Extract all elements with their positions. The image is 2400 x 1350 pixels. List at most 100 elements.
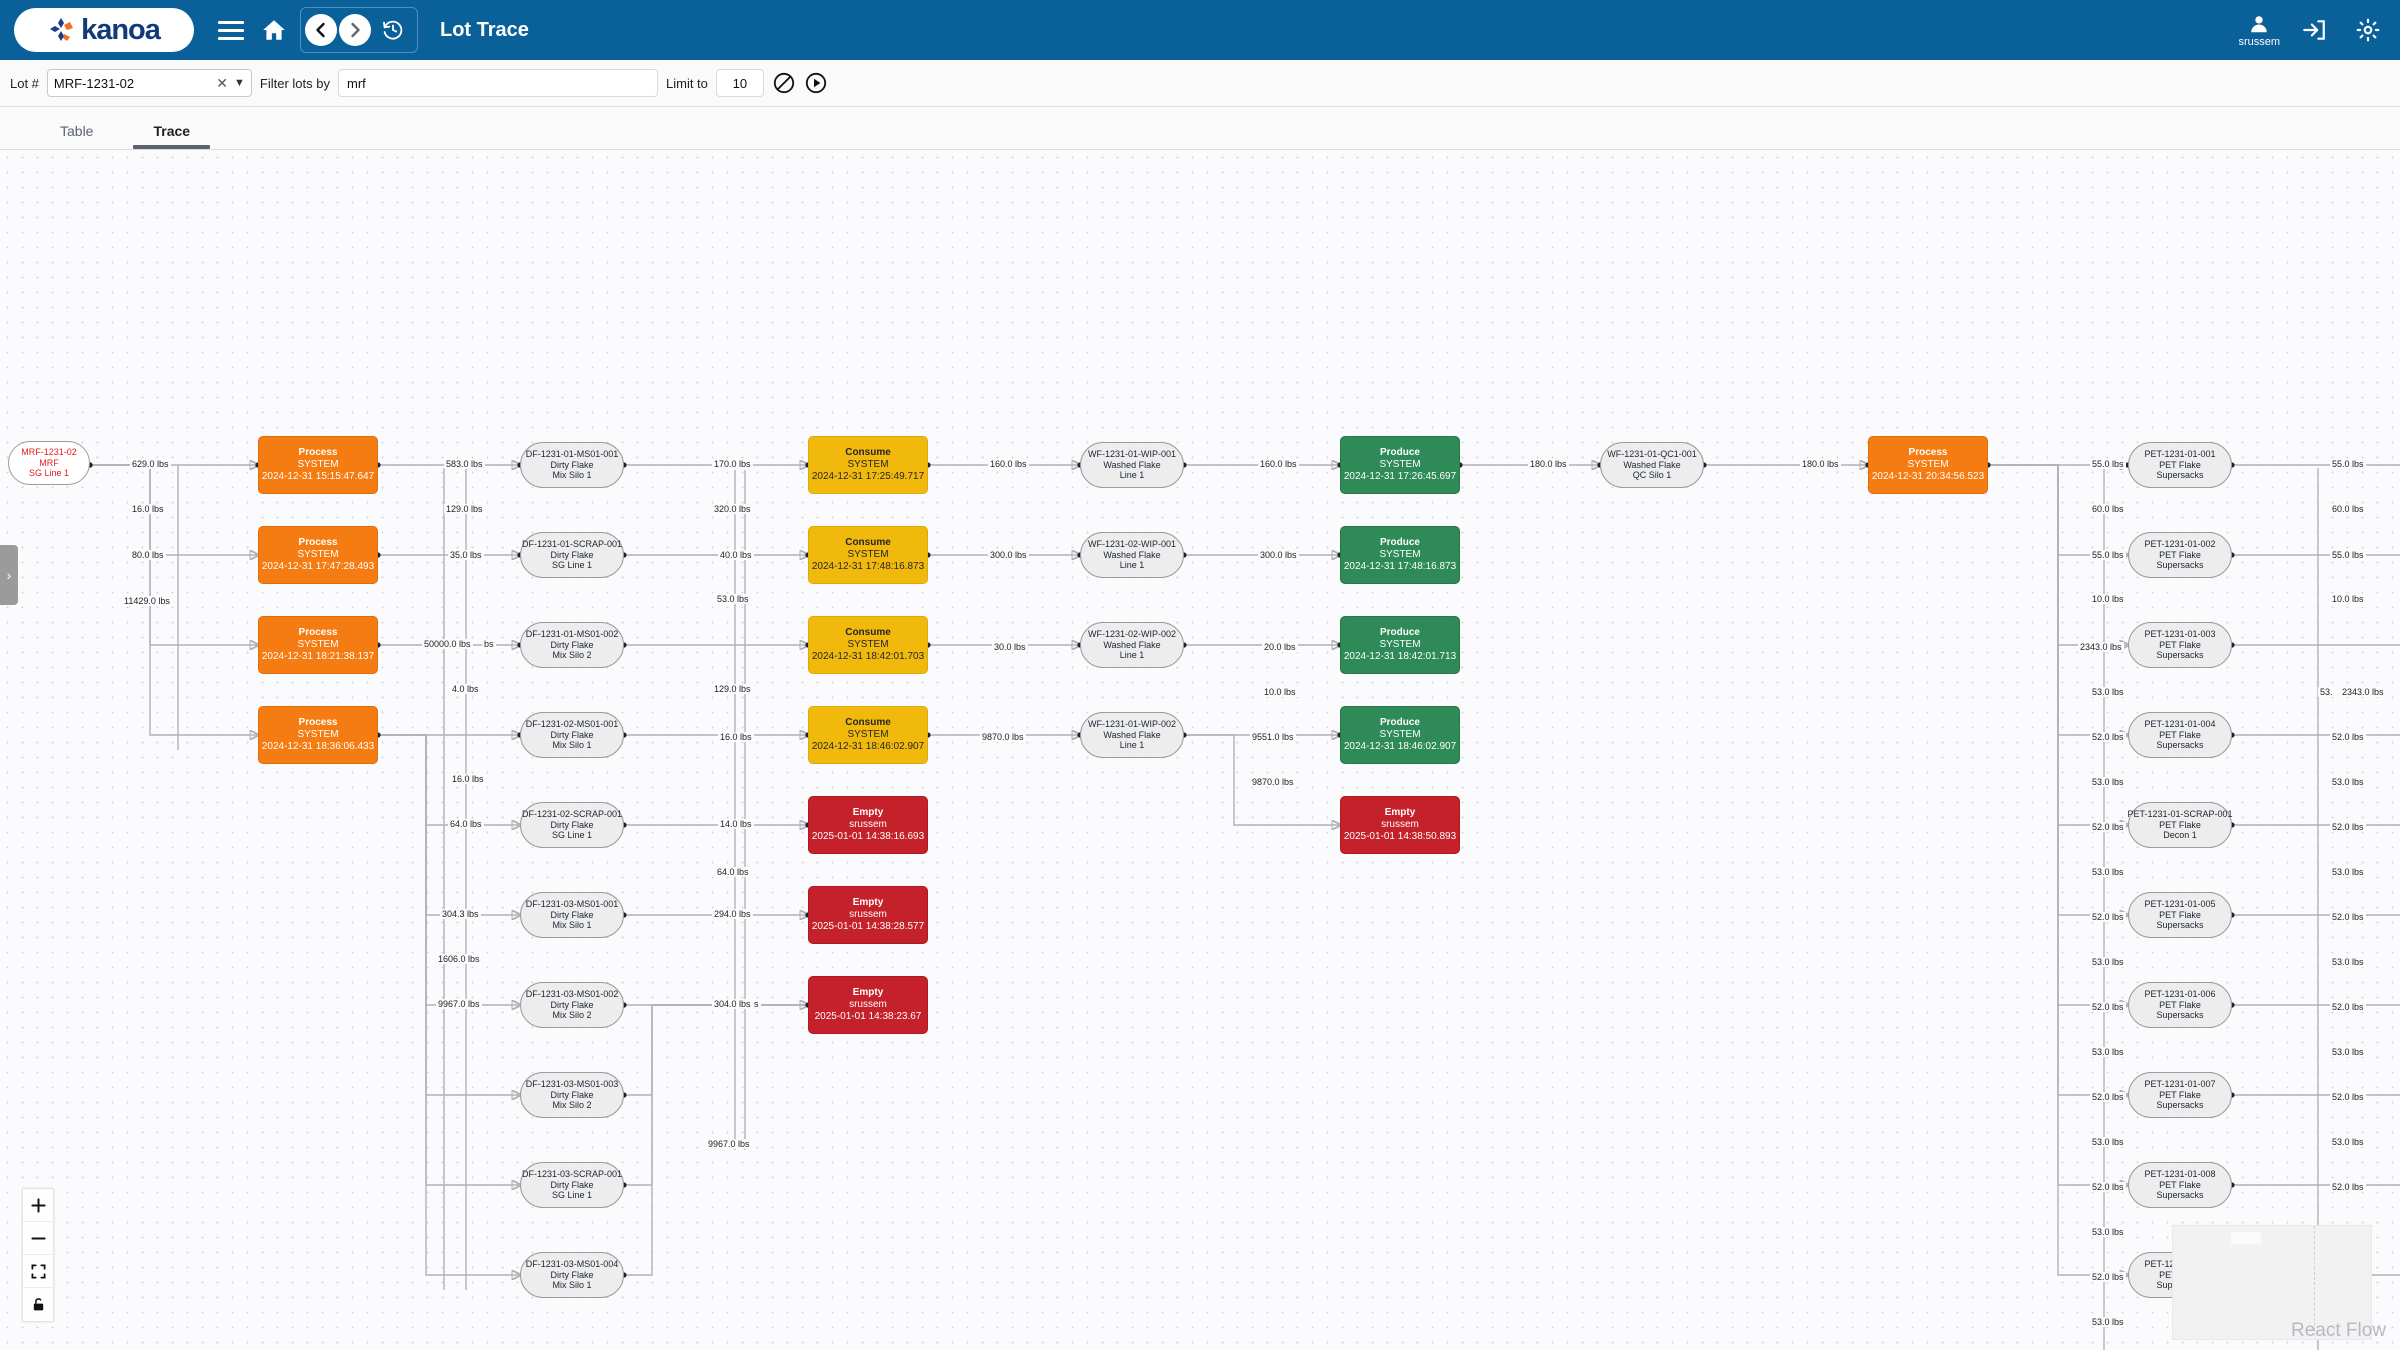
node-material-df-3-line-3: Mix Silo 2 [552,650,591,661]
node-empty-left-2-line-3: 2025-01-01 14:38:28.577 [812,921,924,933]
filter-lots-input[interactable] [338,69,658,97]
node-material-df-10[interactable]: DF-1231-03-MS01-004Dirty FlakeMix Silo 1 [520,1252,624,1298]
node-produce-4[interactable]: ProduceSYSTEM2024-12-31 18:46:02.907 [1340,706,1460,764]
node-material-pet-1-line-3: Supersacks [2156,470,2203,481]
logout-icon[interactable] [2294,10,2334,50]
edge-label: 53.0 lbs [2090,957,2126,967]
node-empty-mid[interactable]: Emptysrussem2025-01-01 14:38:50.893 [1340,796,1460,854]
node-material-pet-7[interactable]: PET-1231-01-006PET FlakeSupersacks [2128,982,2232,1028]
trace-flow-canvas[interactable]: MRF-1231-02MRFSG Line 1ProcessSYSTEM2024… [0,150,2400,1350]
edge-label: 304.0 lbs [712,999,753,1009]
user-menu[interactable]: srussem [2238,13,2280,48]
no-entry-icon[interactable] [772,71,796,95]
node-material-df-7[interactable]: DF-1231-03-MS01-002Dirty FlakeMix Silo 2 [520,982,624,1028]
node-process-2-line-1: Process [299,537,338,549]
node-produce-1-line-2: SYSTEM [1379,459,1420,471]
node-consume-1-line-1: Consume [845,447,891,459]
tab-table[interactable]: Table [30,123,123,149]
node-material-df-4[interactable]: DF-1231-02-MS01-001Dirty FlakeMix Silo 1 [520,712,624,758]
node-material-df-9[interactable]: DF-1231-03-SCRAP-001Dirty FlakeSG Line 1 [520,1162,624,1208]
node-empty-left-1[interactable]: Emptysrussem2025-01-01 14:38:16.693 [808,796,928,854]
home-icon[interactable] [254,10,294,50]
node-material-qc-line-1: WF-1231-01-QC1-001 [1607,449,1697,460]
node-material-pet-5[interactable]: PET-1231-01-SCRAP-001PET FlakeDecon 1 [2128,802,2232,848]
node-process-right[interactable]: ProcessSYSTEM2024-12-31 20:34:56.523 [1868,436,1988,494]
node-consume-1[interactable]: ConsumeSYSTEM2024-12-31 17:25:49.717 [808,436,928,494]
node-material-pet-9[interactable]: PET-1231-01-008PET FlakeSupersacks [2128,1162,2232,1208]
node-material-qc[interactable]: WF-1231-01-QC1-001Washed FlakeQC Silo 1 [1600,442,1704,488]
node-produce-1-line-1: Produce [1380,447,1420,459]
edge-label: 53.0 lbs [2090,1317,2126,1327]
node-consume-2[interactable]: ConsumeSYSTEM2024-12-31 17:48:16.873 [808,526,928,584]
limit-input[interactable] [716,69,764,97]
node-consume-3[interactable]: ConsumeSYSTEM2024-12-31 18:42:01.703 [808,616,928,674]
edge-label: 629.0 lbs [130,459,171,469]
node-material-df-3[interactable]: DF-1231-01-MS01-002Dirty FlakeMix Silo 2 [520,622,624,668]
node-material-df-1[interactable]: DF-1231-01-MS01-001Dirty FlakeMix Silo 1 [520,442,624,488]
node-process-4[interactable]: ProcessSYSTEM2024-12-31 18:36:06.433 [258,706,378,764]
node-consume-4[interactable]: ConsumeSYSTEM2024-12-31 18:46:02.907 [808,706,928,764]
node-process-2-line-2: SYSTEM [297,549,338,561]
node-material-df-2[interactable]: DF-1231-01-SCRAP-001Dirty FlakeSG Line 1 [520,532,624,578]
node-empty-left-2[interactable]: Emptysrussem2025-01-01 14:38:28.577 [808,886,928,944]
node-material-df-9-line-3: SG Line 1 [552,1190,592,1201]
hamburger-icon[interactable] [214,13,248,47]
zoom-in-button[interactable] [23,1189,53,1222]
node-material-pet-4-line-1: PET-1231-01-004 [2144,719,2215,730]
node-consume-4-line-3: 2024-12-31 18:46:02.907 [812,741,924,753]
node-material-df-7-line-1: DF-1231-03-MS01-002 [526,989,619,1000]
edge-label: 35.0 lbs [448,550,484,560]
chevron-down-icon[interactable]: ▼ [234,77,245,89]
back-button[interactable] [305,14,337,46]
node-material-pet-4[interactable]: PET-1231-01-004PET FlakeSupersacks [2128,712,2232,758]
node-material-pet-8-line-3: Supersacks [2156,1100,2203,1111]
node-material-wf-4-line-1: WF-1231-01-WIP-002 [1088,719,1176,730]
node-material-pet-6[interactable]: PET-1231-01-005PET FlakeSupersacks [2128,892,2232,938]
edge-label: 53.0 lbs [2330,867,2366,877]
node-produce-3[interactable]: ProduceSYSTEM2024-12-31 18:42:01.713 [1340,616,1460,674]
zoom-out-button[interactable] [23,1222,53,1255]
node-material-wf-3[interactable]: WF-1231-02-WIP-002Washed FlakeLine 1 [1080,622,1184,668]
node-process-2[interactable]: ProcessSYSTEM2024-12-31 17:47:28.493 [258,526,378,584]
node-material-wf-2-line-2: Washed Flake [1103,550,1160,561]
minimap-nodes [2231,1232,2261,1244]
node-empty-mid-line-1: Empty [1385,807,1416,819]
node-material-pet-3[interactable]: PET-1231-01-003PET FlakeSupersacks [2128,622,2232,668]
gear-icon[interactable] [2348,10,2388,50]
node-process-1[interactable]: ProcessSYSTEM2024-12-31 15:15:47.647 [258,436,378,494]
close-x-icon[interactable]: ✕ [210,75,234,92]
node-empty-left-3[interactable]: Emptysrussem2025-01-01 14:38:23.67 [808,976,928,1034]
node-material-pet-8[interactable]: PET-1231-01-007PET FlakeSupersacks [2128,1072,2232,1118]
edge-label: 10.0 lbs [1262,687,1298,697]
node-material-pet-2[interactable]: PET-1231-01-002PET FlakeSupersacks [2128,532,2232,578]
edge-label: 9870.0 lbs [1250,777,1296,787]
node-material-df-6[interactable]: DF-1231-03-MS01-001Dirty FlakeMix Silo 1 [520,892,624,938]
node-consume-1-line-2: SYSTEM [847,459,888,471]
fit-view-button[interactable] [23,1255,53,1288]
node-material-pet-1[interactable]: PET-1231-01-001PET FlakeSupersacks [2128,442,2232,488]
panel-collapse-handle[interactable]: › [0,545,18,605]
node-process-3-line-2: SYSTEM [297,639,338,651]
kanoa-logo[interactable]: kanoa [14,8,194,52]
node-material-wf-4[interactable]: WF-1231-01-WIP-002Washed FlakeLine 1 [1080,712,1184,758]
play-circle-icon[interactable] [804,71,828,95]
node-material-qc-line-2: Washed Flake [1623,460,1680,471]
lot-number-select[interactable]: MRF-1231-02 ✕ ▼ [47,69,252,97]
history-clock-icon[interactable] [373,10,413,50]
node-material-wf-2[interactable]: WF-1231-02-WIP-001Washed FlakeLine 1 [1080,532,1184,578]
node-material-pet-9-line-2: PET Flake [2159,1180,2201,1191]
node-produce-1[interactable]: ProduceSYSTEM2024-12-31 17:26:45.697 [1340,436,1460,494]
tab-trace[interactable]: Trace [123,123,220,149]
node-root-lot[interactable]: MRF-1231-02MRFSG Line 1 [8,441,90,485]
node-process-3[interactable]: ProcessSYSTEM2024-12-31 18:21:38.137 [258,616,378,674]
forward-button[interactable] [339,14,371,46]
node-material-wf-1[interactable]: WF-1231-01-WIP-001Washed FlakeLine 1 [1080,442,1184,488]
node-consume-3-line-2: SYSTEM [847,639,888,651]
node-material-df-8[interactable]: DF-1231-03-MS01-003Dirty FlakeMix Silo 2 [520,1072,624,1118]
node-material-wf-4-line-2: Washed Flake [1103,730,1160,741]
node-produce-2[interactable]: ProduceSYSTEM2024-12-31 17:48:16.873 [1340,526,1460,584]
node-material-df-5[interactable]: DF-1231-02-SCRAP-001Dirty FlakeSG Line 1 [520,802,624,848]
edge-label: 53.0 lbs [2090,1137,2126,1147]
lock-icon[interactable] [23,1288,53,1321]
node-produce-4-line-2: SYSTEM [1379,729,1420,741]
